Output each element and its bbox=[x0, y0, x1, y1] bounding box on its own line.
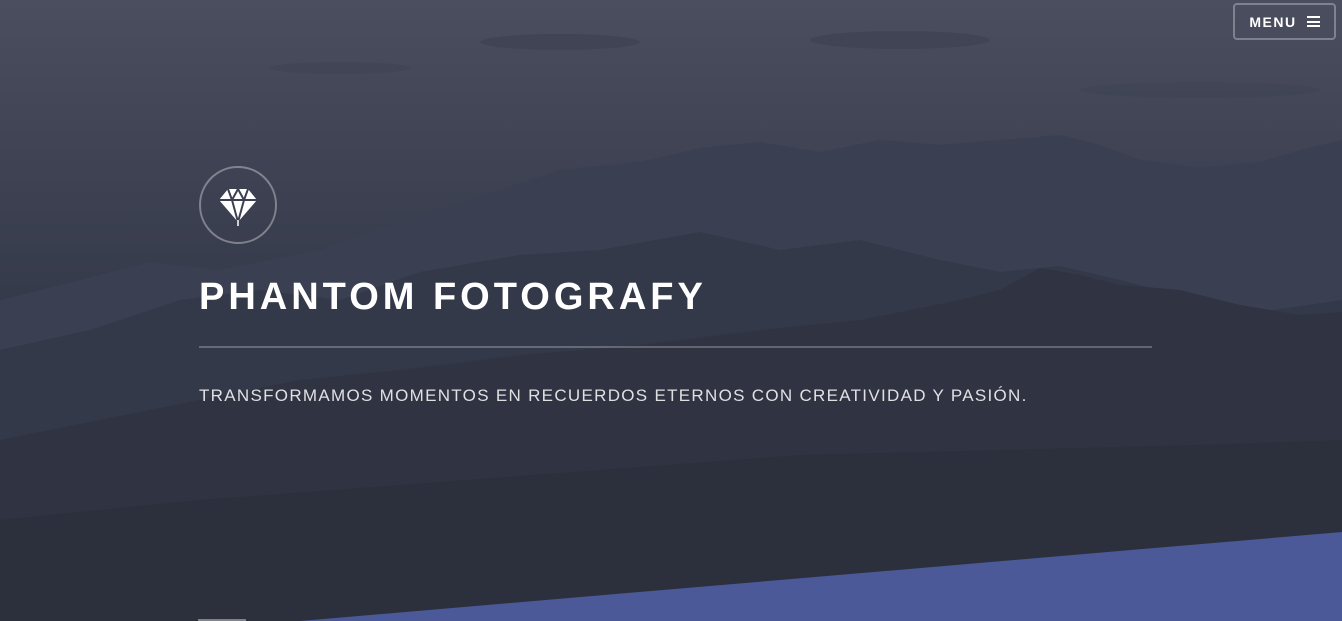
menu-button[interactable]: MENU bbox=[1233, 3, 1336, 40]
diamond-icon bbox=[219, 188, 257, 226]
menu-label: MENU bbox=[1249, 13, 1297, 30]
site-title: PHANTOM FOTOGRAFY bbox=[199, 276, 707, 318]
tagline: TRANSFORMAMOS MOMENTOS EN RECUERDOS ETER… bbox=[199, 386, 1028, 405]
divider bbox=[199, 346, 1152, 348]
banner: MENU PHANTOM FOTOGRAFY TRANSFORMAMOS MOM… bbox=[0, 0, 1342, 621]
hamburger-icon bbox=[1306, 16, 1320, 27]
logo bbox=[199, 166, 277, 244]
